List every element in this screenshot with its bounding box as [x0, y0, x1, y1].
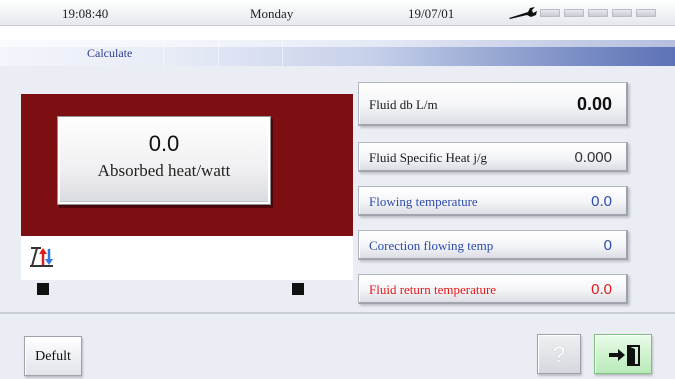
help-icon: ?: [552, 342, 566, 367]
flowing-temperature-label: Flowing temperature: [369, 194, 478, 209]
absorbed-heat-value: 0.0: [148, 131, 180, 156]
exit-button[interactable]: [594, 334, 652, 374]
status-indicators: [540, 9, 656, 17]
indicator-led: [612, 9, 632, 17]
status-bar: 19:08:40 Monday 19/07/01: [0, 0, 675, 26]
flowing-temperature-field[interactable]: Flowing temperature 0.0: [358, 186, 628, 216]
indicator-led: [636, 9, 656, 17]
wrench-icon: [509, 7, 537, 19]
indicator-led: [588, 9, 608, 17]
title-divider: [163, 40, 164, 66]
indicator-led: [540, 9, 560, 17]
port-marker: [37, 283, 49, 295]
date: 19/07/01: [408, 6, 455, 21]
fluid-return-temperature-field[interactable]: Fluid return temperature 0.0: [358, 274, 628, 304]
indicator-led: [564, 9, 584, 17]
fluid-return-temperature-label: Fluid return temperature: [369, 282, 497, 297]
absorbed-heat-panel: 0.0 Absorbed heat/watt: [21, 94, 353, 236]
fluid-return-temperature-value: 0.0: [591, 281, 612, 298]
bottom-toolbar: Defult ?: [0, 312, 675, 379]
correction-flowing-temp-label: Corection flowing temp: [369, 238, 494, 253]
absorbed-heat-display[interactable]: 0.0 Absorbed heat/watt: [57, 116, 271, 205]
page-title: Calculate: [87, 46, 133, 60]
absorbed-heat-label: Absorbed heat/watt: [97, 161, 231, 180]
fluid-specific-heat-field[interactable]: Fluid Specific Heat j/g 0.000: [358, 142, 628, 172]
exit-door-icon: [609, 345, 640, 366]
fluid-specific-heat-value: 0.000: [574, 149, 612, 166]
title-bar: Calculate: [0, 40, 675, 66]
flow-direction-icon: [30, 247, 53, 267]
weekday: Monday: [250, 6, 294, 21]
flow-indicator-strip: [21, 236, 353, 280]
main-panel: 0.0 Absorbed heat/watt Fluid db L/m 0.00…: [0, 66, 675, 312]
flowing-temperature-value: 0.0: [591, 193, 612, 210]
fluid-specific-heat-label: Fluid Specific Heat j/g: [369, 150, 488, 165]
correction-flowing-temp-field[interactable]: Corection flowing temp 0: [358, 230, 628, 260]
title-divider: [218, 40, 219, 66]
port-marker: [292, 283, 304, 295]
clock-time: 19:08:40: [62, 6, 109, 21]
fluid-db-value: 0.00: [576, 94, 612, 114]
default-button[interactable]: Defult: [24, 336, 82, 376]
fluid-db-label: Fluid db L/m: [369, 97, 438, 112]
help-button[interactable]: ?: [537, 334, 581, 374]
fluid-db-field[interactable]: Fluid db L/m 0.00: [358, 82, 628, 126]
correction-flowing-temp-value: 0: [603, 237, 612, 254]
title-divider: [282, 40, 283, 66]
